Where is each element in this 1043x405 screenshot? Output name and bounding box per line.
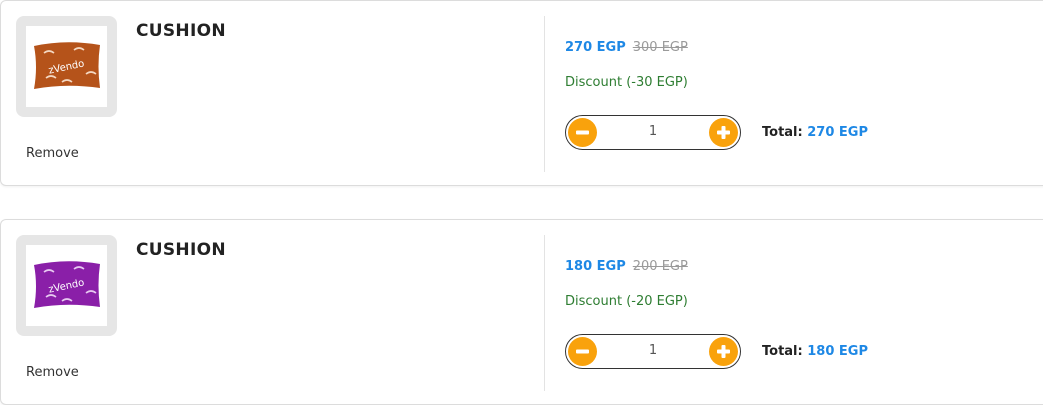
item-total: Total: 270 EGP [762, 125, 868, 140]
cart-item: zVendo CUSHION Remove 180 EGP 200 EGP Dis… [0, 219, 1043, 405]
current-price: 270 EGP [565, 40, 626, 55]
cushion-image-icon: zVendo [34, 261, 100, 308]
minus-icon [576, 130, 589, 135]
cart-item: zVendo CUSHION Remove 270 EGP 300 EGP Dis… [0, 0, 1043, 186]
total-label: Total: [762, 344, 803, 359]
current-price: 180 EGP [565, 259, 626, 274]
plus-icon [717, 345, 730, 358]
decrease-quantity-button[interactable] [568, 337, 597, 366]
price-row: 270 EGP 300 EGP [565, 40, 688, 55]
remove-button[interactable]: Remove [26, 365, 79, 380]
quantity-stepper: 1 [565, 115, 741, 150]
divider [544, 16, 545, 172]
increase-quantity-button[interactable] [709, 118, 738, 147]
total-value: 270 EGP [807, 125, 868, 140]
decrease-quantity-button[interactable] [568, 118, 597, 147]
total-label: Total: [762, 125, 803, 140]
cushion-image-icon: zVendo [34, 42, 100, 89]
original-price: 300 EGP [632, 40, 688, 55]
divider [544, 235, 545, 391]
product-name[interactable]: CUSHION [136, 21, 226, 41]
plus-icon [717, 126, 730, 139]
product-image: zVendo [26, 26, 107, 107]
total-value: 180 EGP [807, 344, 868, 359]
discount-label: Discount (-20 EGP) [565, 294, 688, 309]
original-price: 200 EGP [632, 259, 688, 274]
price-row: 180 EGP 200 EGP [565, 259, 688, 274]
item-total: Total: 180 EGP [762, 344, 868, 359]
remove-button[interactable]: Remove [26, 146, 79, 161]
discount-label: Discount (-30 EGP) [565, 75, 688, 90]
product-thumbnail[interactable]: zVendo [16, 16, 117, 117]
quantity-value[interactable]: 1 [606, 124, 700, 139]
product-thumbnail[interactable]: zVendo [16, 235, 117, 336]
product-name[interactable]: CUSHION [136, 240, 226, 260]
quantity-stepper: 1 [565, 334, 741, 369]
product-image: zVendo [26, 245, 107, 326]
minus-icon [576, 349, 589, 354]
increase-quantity-button[interactable] [709, 337, 738, 366]
quantity-value[interactable]: 1 [606, 343, 700, 358]
